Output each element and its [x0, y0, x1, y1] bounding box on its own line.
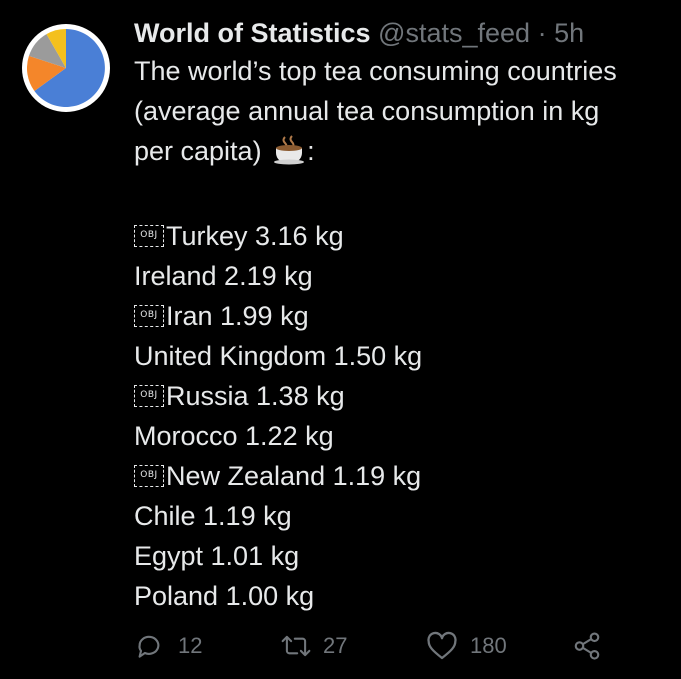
heart-icon [426, 631, 458, 661]
retweet-count: 27 [323, 633, 348, 658]
list-item: Chile 1.19 kg [134, 496, 674, 536]
tweet-header: World of Statistics @stats_feed · 5h [134, 15, 674, 51]
header-separator: · [537, 18, 547, 48]
list-item-text: Turkey 3.16 kg [166, 221, 344, 251]
flag-placeholder-icon: OBJ [134, 465, 164, 487]
tweet-body: World of Statistics @stats_feed · 5h The… [134, 15, 674, 616]
list-item: Egypt 1.01 kg [134, 536, 674, 576]
tweet-actions: 12 27 180 [134, 628, 634, 664]
reply-count: 12 [178, 633, 203, 658]
retweet-arrows-icon [279, 631, 313, 661]
reply-button[interactable]: 12 [134, 628, 202, 664]
list-item: OBJ Turkey 3.16 kg [134, 216, 674, 256]
intro-suffix: : [307, 136, 315, 166]
list-item-text: Egypt 1.01 kg [134, 541, 300, 571]
author-name[interactable]: World of Statistics [134, 18, 371, 48]
list-item-text: Chile 1.19 kg [134, 501, 292, 531]
avatar[interactable] [22, 24, 110, 112]
list-item: Poland 1.00 kg [134, 576, 674, 616]
list-item-text: Ireland 2.19 kg [134, 261, 313, 291]
like-count: 180 [470, 633, 507, 658]
flag-placeholder-icon: OBJ [134, 225, 164, 247]
list-item-text: United Kingdom 1.50 kg [134, 341, 423, 371]
pie-chart-icon [27, 29, 105, 107]
list-item: United Kingdom 1.50 kg [134, 336, 674, 376]
list-item: OBJ New Zealand 1.19 kg [134, 456, 674, 496]
list-item-text: New Zealand 1.19 kg [166, 461, 422, 491]
list-item-text: Morocco 1.22 kg [134, 421, 334, 451]
tweet-time[interactable]: 5h [554, 18, 584, 48]
list-item: Ireland 2.19 kg [134, 256, 674, 296]
list-item: OBJ Iran 1.99 kg [134, 296, 674, 336]
share-button[interactable] [572, 628, 602, 664]
share-nodes-icon [572, 631, 602, 661]
speech-bubble-icon [134, 631, 164, 661]
flag-placeholder-icon: OBJ [134, 305, 164, 327]
intro-line-2: (average annual tea consumption in kg [134, 96, 600, 126]
intro-line-1: The world’s top tea consuming countries [134, 56, 617, 86]
tea-cup-icon [273, 135, 307, 176]
flag-placeholder-icon: OBJ [134, 385, 164, 407]
intro-line-3-text: per capita) [134, 136, 262, 166]
list-item-text: Russia 1.38 kg [166, 381, 345, 411]
tweet-text: The world’s top tea consuming countries … [134, 51, 674, 616]
intro-line-3: per capita) : [134, 131, 674, 176]
author-handle[interactable]: @stats_feed [378, 18, 530, 48]
like-button[interactable]: 180 [426, 628, 507, 664]
list-item: OBJ Russia 1.38 kg [134, 376, 674, 416]
list-item-text: Poland 1.00 kg [134, 581, 315, 611]
list-item-text: Iran 1.99 kg [166, 301, 309, 331]
list-item: Morocco 1.22 kg [134, 416, 674, 456]
retweet-button[interactable]: 27 [279, 628, 347, 664]
